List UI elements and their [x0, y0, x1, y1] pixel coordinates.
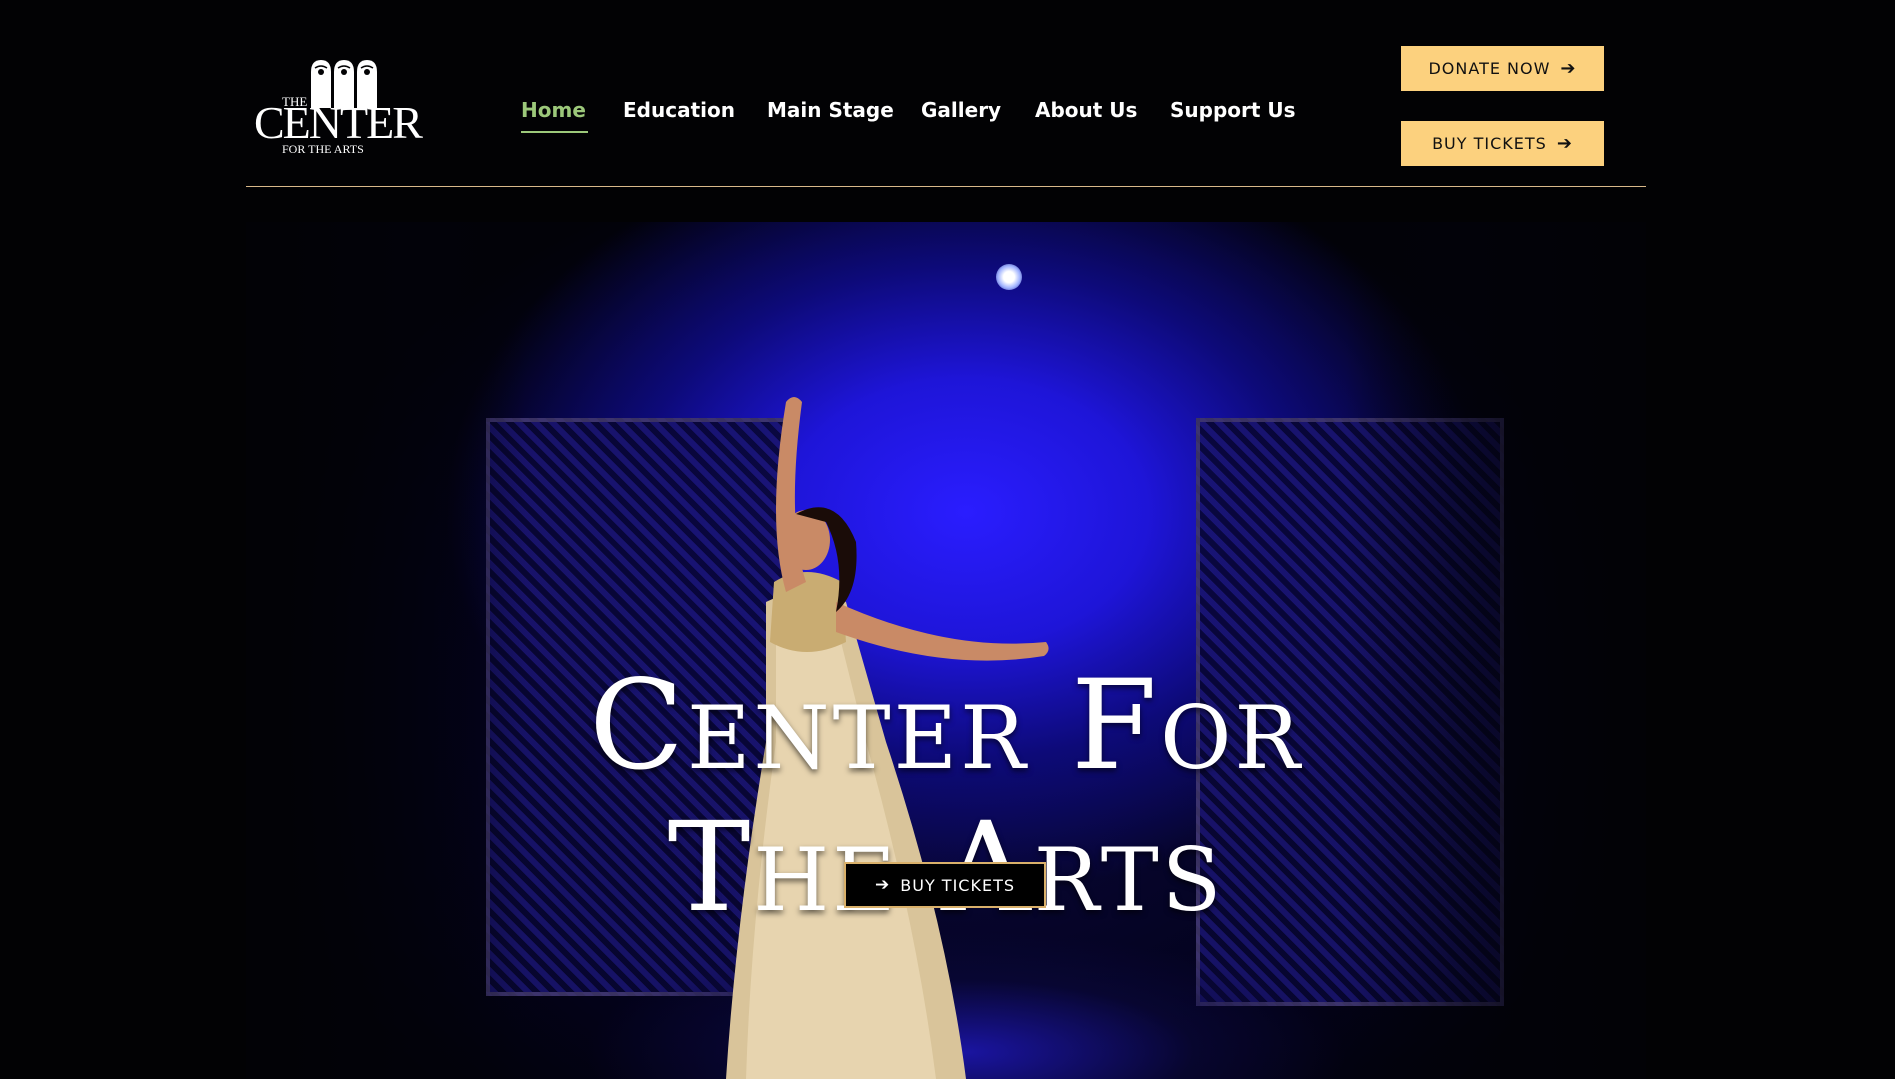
logo-text-center: CENTER [254, 97, 423, 148]
hero-title-line1: Center For [589, 654, 1303, 799]
header-buy-tickets-label: BUY TICKETS [1432, 134, 1547, 153]
site-logo[interactable]: THE CENTER FOR THE ARTS [254, 54, 423, 158]
nav-active-underline [521, 131, 588, 133]
hero-shade-right [1346, 222, 1646, 1079]
hero-buy-tickets-button[interactable]: ➔ BUY TICKETS [844, 862, 1046, 908]
hero-shade-left [246, 222, 526, 1079]
arrow-right-icon: ➔ [875, 875, 891, 895]
nav-item-gallery[interactable]: Gallery [921, 98, 1001, 122]
arrow-right-icon: ➔ [1556, 133, 1573, 154]
logo-text-for-the-arts: FOR THE ARTS [282, 142, 364, 156]
nav-item-main-stage[interactable]: Main Stage [767, 98, 894, 122]
nav-item-home[interactable]: Home [521, 98, 586, 122]
arrow-right-icon: ➔ [1560, 58, 1577, 79]
donate-now-button[interactable]: DONATE NOW ➔ [1401, 46, 1604, 91]
donate-now-label: DONATE NOW [1428, 59, 1551, 78]
nav-item-support-us[interactable]: Support Us [1170, 98, 1296, 122]
header-buy-tickets-button[interactable]: BUY TICKETS ➔ [1401, 121, 1604, 166]
nav-item-about-us[interactable]: About Us [1035, 98, 1137, 122]
site-header: THE CENTER FOR THE ARTS Home Education M… [0, 0, 1895, 190]
hero-banner: Center For The Arts ➔ BUY TICKETS [246, 222, 1646, 1079]
hero-buy-tickets-label: BUY TICKETS [900, 875, 1015, 895]
nav-item-education[interactable]: Education [623, 98, 735, 122]
header-divider [246, 186, 1646, 187]
